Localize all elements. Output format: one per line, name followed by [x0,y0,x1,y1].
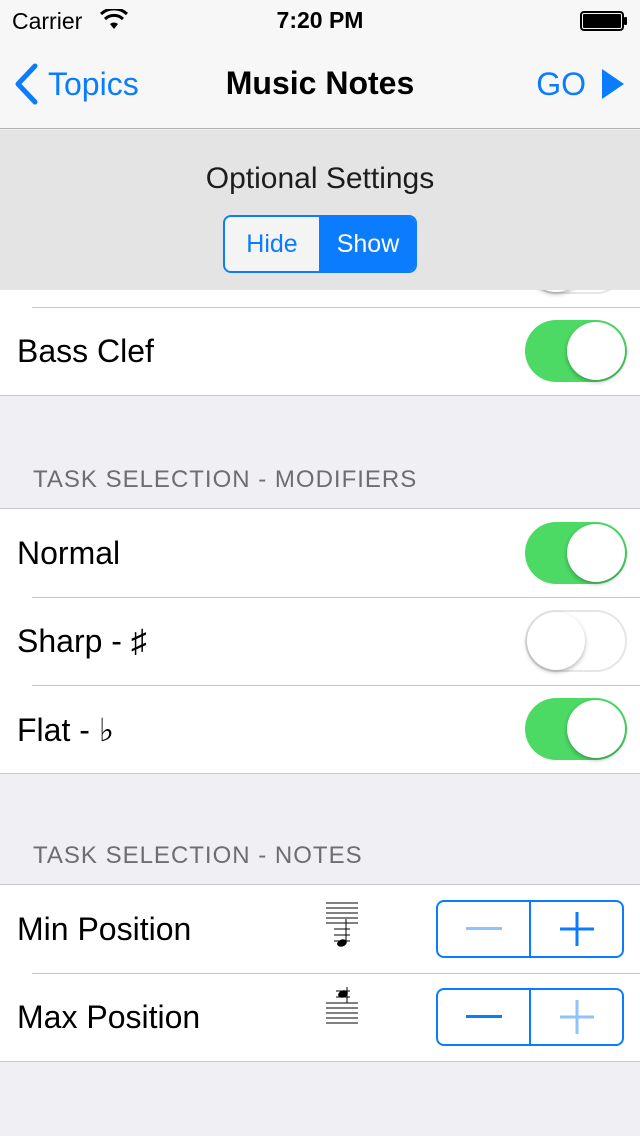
minus-icon [465,927,502,930]
flat-label: Flat - ♭ [17,712,114,748]
toggle-knob [527,612,585,670]
status-time: 7:20 PM [276,7,364,33]
sharp-row: Sharp - ♯ [0,597,640,685]
flat-toggle[interactable] [525,698,627,760]
toggle-knob [567,700,625,758]
min-position-row: Min Position [0,885,640,973]
sharp-toggle[interactable] [525,610,627,672]
status-bar: Carrier 7:20 PM [0,0,640,40]
toggle-knob [567,322,625,380]
normal-row: Normal [0,509,640,597]
sharp-label: Sharp - ♯ [17,623,147,659]
max-position-row: Max Position [0,973,640,1061]
min-position-stepper [436,900,624,958]
battery-icon [580,11,627,31]
staff-low-note-icon [326,902,358,947]
normal-label: Normal [17,535,121,571]
optional-settings-panel: Optional Settings Hide Show [0,130,640,290]
flat-row: Flat - ♭ [0,685,640,773]
normal-toggle[interactable] [525,522,627,584]
go-button[interactable]: GO [536,62,626,106]
navigation-bar: Topics Music Notes GO [0,40,640,129]
hide-show-segmented-control: Hide Show [223,215,417,273]
bass-clef-row: Bass Clef [0,307,640,395]
max-position-increment-button[interactable] [529,990,622,1044]
notes-section-header: TASK SELECTION - NOTES [33,842,363,869]
bass-clef-label: Bass Clef [17,333,154,369]
notes-section: Min Position Max Position [0,884,640,1062]
min-position-increment-button[interactable] [529,902,622,956]
toggle-knob [567,524,625,582]
play-triangle-icon [602,69,624,99]
max-position-stepper [436,988,624,1046]
optional-settings-label: Optional Settings [205,162,435,195]
bass-clef-toggle[interactable] [525,320,627,382]
minus-icon [465,1015,502,1018]
segment-hide[interactable]: Hide [225,217,319,271]
plus-icon [559,912,594,946]
staff-high-note-icon [326,987,358,1024]
go-button-label: GO [536,65,586,102]
plus-icon [559,1000,594,1034]
modifiers-section: Normal Sharp - ♯ Flat - ♭ [0,508,640,774]
max-position-decrement-button[interactable] [438,990,529,1044]
segment-show[interactable]: Show [319,217,415,271]
min-position-label: Min Position [17,911,192,947]
min-position-decrement-button[interactable] [438,902,529,956]
modifiers-section-header: TASK SELECTION - MODIFIERS [33,466,418,493]
max-position-label: Max Position [17,999,201,1035]
